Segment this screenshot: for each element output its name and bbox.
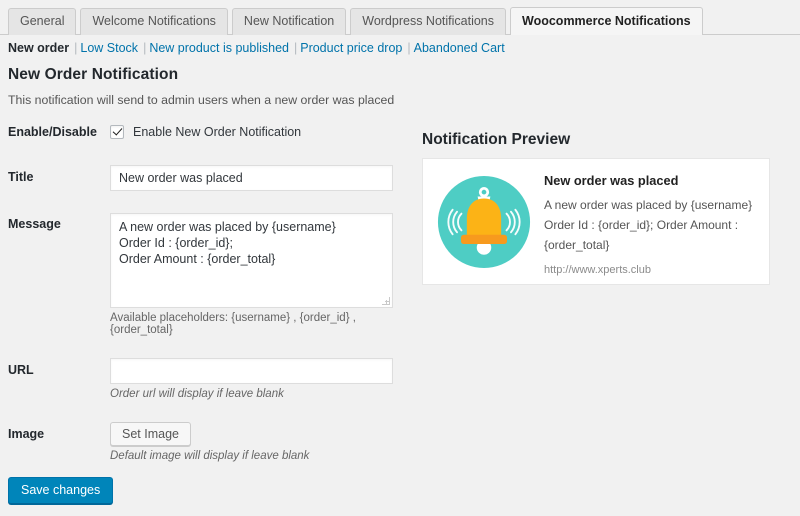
enable-notification-checkbox[interactable] bbox=[110, 125, 124, 139]
save-changes-button[interactable]: Save changes bbox=[8, 477, 114, 504]
tab-woocommerce-notifications[interactable]: Woocommerce Notifications bbox=[510, 7, 703, 35]
url-input[interactable] bbox=[110, 358, 393, 384]
page-title: New Order Notification bbox=[8, 66, 179, 83]
form-row-enable: Enable/Disable Enable New Order Notifica… bbox=[0, 125, 410, 139]
tab-general[interactable]: General bbox=[8, 8, 77, 35]
title-input[interactable] bbox=[110, 165, 393, 191]
form-row-title: Title bbox=[0, 165, 410, 191]
url-hint: Order url will display if leave blank bbox=[110, 388, 284, 400]
settings-form: Enable/Disable Enable New Order Notifica… bbox=[0, 125, 410, 462]
subnav-link-low-stock[interactable]: Low Stock bbox=[80, 41, 138, 55]
label-title: Title bbox=[8, 170, 34, 184]
set-image-button[interactable]: Set Image bbox=[110, 422, 191, 446]
preview-card-body: New order was placed A new order was pla… bbox=[544, 159, 769, 284]
subnav-link-abandoned-cart[interactable]: Abandoned Cart bbox=[414, 41, 505, 55]
tab-welcome-notifications[interactable]: Welcome Notifications bbox=[80, 8, 228, 35]
preview-url: http://www.xperts.club bbox=[544, 264, 651, 276]
tab-new-notification[interactable]: New Notification bbox=[231, 8, 347, 35]
label-message: Message bbox=[8, 217, 61, 231]
tab-bar: General Welcome Notifications New Notifi… bbox=[0, 0, 800, 35]
tab-wordpress-notifications[interactable]: Wordpress Notifications bbox=[350, 8, 507, 35]
subnav-separator: | bbox=[407, 41, 411, 55]
subnav: New order | Low Stock | New product is publi… bbox=[8, 41, 505, 55]
message-placeholder-hint: Available placeholders: {username} , {or… bbox=[110, 312, 356, 336]
preview-heading: New order was placed bbox=[544, 173, 679, 188]
subnav-current-new-order: New order bbox=[8, 41, 70, 55]
preview-title: Notification Preview bbox=[422, 131, 571, 148]
message-textarea[interactable]: A new order was placed by {username} Ord… bbox=[110, 213, 393, 308]
subnav-separator: | bbox=[293, 41, 298, 55]
subnav-separator: | bbox=[143, 41, 147, 55]
preview-body-text: A new order was placed by {username} Ord… bbox=[544, 198, 753, 252]
subnav-separator: | bbox=[74, 41, 78, 55]
form-row-url: URL Order url will display if leave blan… bbox=[0, 358, 410, 400]
subnav-link-new-product-is-published[interactable]: New product is published bbox=[149, 41, 289, 55]
image-hint: Default image will display if leave blan… bbox=[110, 450, 310, 462]
label-url: URL bbox=[8, 363, 34, 377]
label-enable-disable: Enable/Disable bbox=[8, 125, 97, 139]
bell-icon bbox=[423, 159, 544, 284]
enable-notification-checkbox-label: Enable New Order Notification bbox=[133, 125, 302, 139]
subnav-link-product-price-drop[interactable]: Product price drop bbox=[300, 41, 402, 55]
form-row-image: Image Set Image Default image will displ… bbox=[0, 422, 410, 462]
notification-preview-card: New order was placed A new order was pla… bbox=[422, 158, 770, 285]
page-description: This notification will send to admin use… bbox=[8, 93, 395, 107]
label-image: Image bbox=[8, 427, 45, 441]
form-row-message: Message A new order was placed by {usern… bbox=[0, 213, 410, 336]
